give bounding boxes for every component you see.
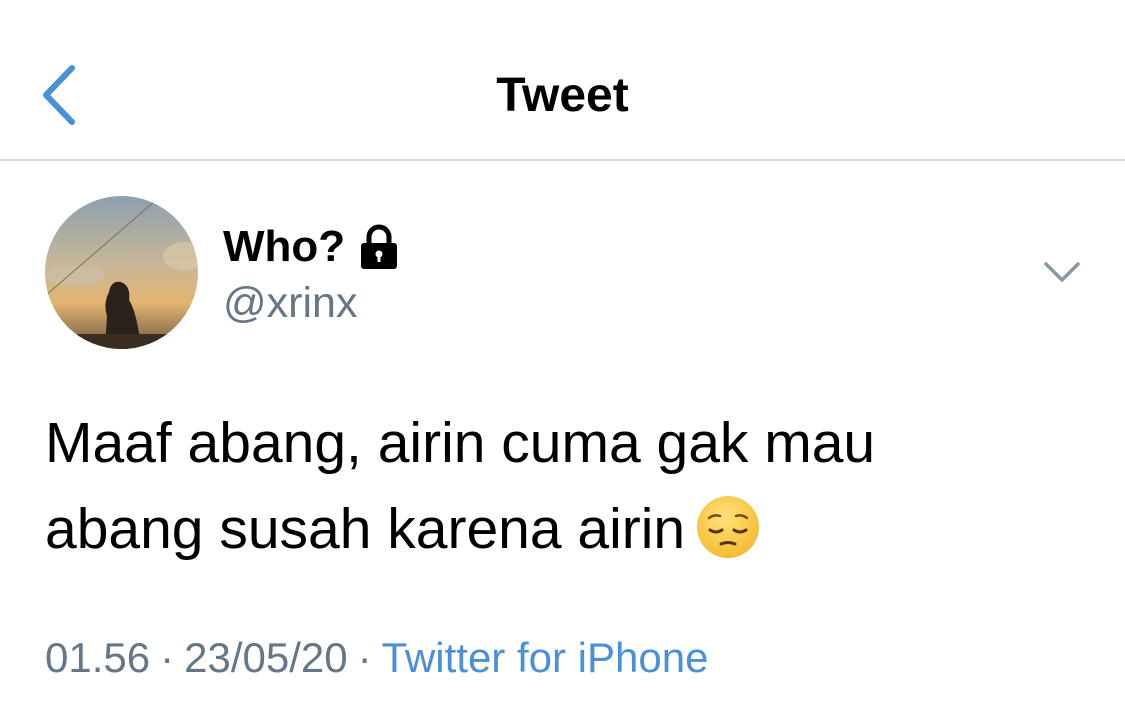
tweet-source-link[interactable]: Twitter for iPhone	[382, 634, 709, 681]
lock-icon	[361, 224, 398, 269]
tweet-text-line-2: abang susah karena airin	[45, 486, 1085, 572]
display-name: Who?	[223, 222, 346, 271]
tweet-menu-button[interactable]	[1040, 252, 1084, 292]
navigation-bar: Tweet	[0, 0, 1125, 161]
tweet-text-line: abang susah karena airin	[45, 497, 686, 561]
tweet-time: 01.56	[45, 634, 151, 681]
chevron-down-icon	[1044, 262, 1080, 282]
page-title: Tweet	[496, 69, 629, 122]
separator: ·	[357, 634, 372, 681]
avatar-image	[45, 196, 198, 349]
separator: ·	[160, 634, 175, 681]
user-handle[interactable]: @xrinx	[223, 276, 357, 330]
pensive-face-emoji	[697, 496, 760, 558]
tweet-metadata: 01.56 · 23/05/20 · Twitter for iPhone	[45, 630, 708, 686]
tweet-text: Maaf abang, airin cuma gak mau abang sus…	[45, 400, 1085, 572]
avatar[interactable]	[45, 196, 198, 349]
tweet-text-line: Maaf abang, airin cuma gak mau	[45, 411, 876, 475]
display-name-row[interactable]: Who?	[223, 220, 399, 274]
tweet-date: 23/05/20	[184, 634, 348, 681]
